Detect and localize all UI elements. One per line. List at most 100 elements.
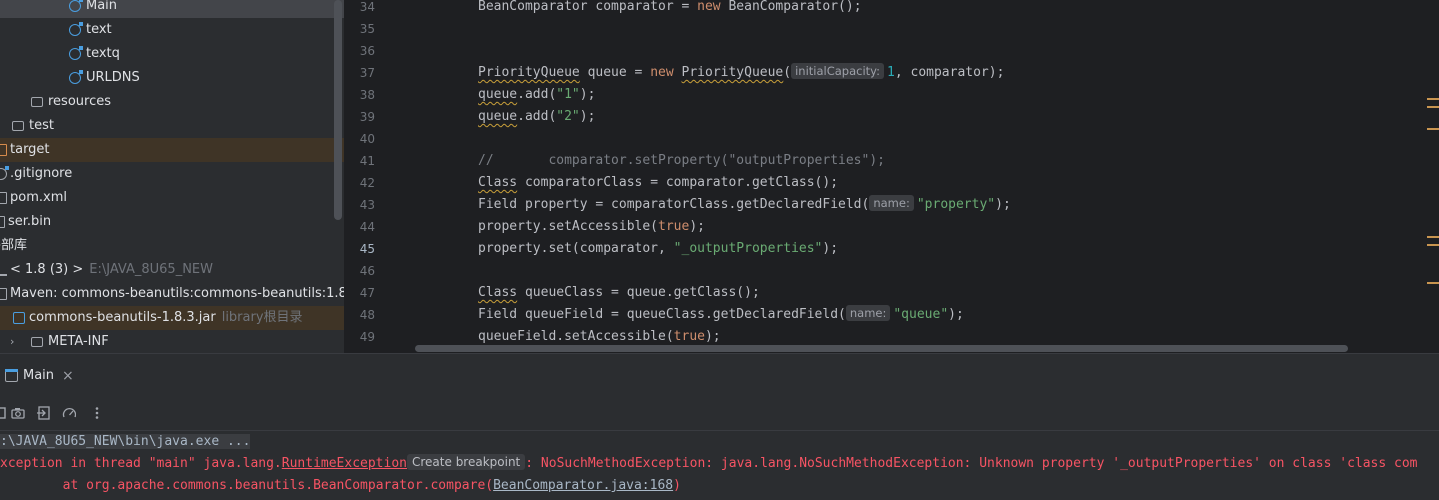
folder-icon: [31, 337, 43, 347]
code-line[interactable]: PriorityQueue queue = new PriorityQueue(…: [478, 62, 1004, 84]
tree-item-label: META-INF: [48, 334, 109, 349]
console-error-line: xception in thread "main" java.lang.Runt…: [0, 454, 1418, 471]
tree-item-label: resources: [48, 94, 112, 109]
editor-horizontal-scrollbar[interactable]: [415, 345, 1348, 352]
project-tree: Main text textq URLDNS resources test ta…: [0, 0, 344, 353]
import-icon[interactable]: [37, 406, 51, 420]
tree-item-maven-beanutils[interactable]: Maven: commons-beanutils:commons-beanuti…: [0, 282, 344, 306]
code-editor[interactable]: BeanComparator comparator = new BeanComp…: [410, 0, 1439, 353]
tree-item-jdk[interactable]: < 1.8 (3) > E:\JAVA_8U65_NEW: [0, 258, 344, 282]
line-number: 41: [359, 154, 375, 168]
maven-library-icon: [0, 288, 7, 300]
tree-item-ser-bin[interactable]: ser.bin: [0, 210, 344, 234]
run-toolbar: [0, 397, 1439, 431]
warning-marker[interactable]: [1427, 106, 1439, 108]
tree-item-label: text: [86, 22, 112, 37]
jdk-icon: [0, 264, 7, 276]
close-icon[interactable]: ×: [62, 362, 74, 390]
line-number: 36: [359, 44, 375, 58]
class-icon: [69, 46, 83, 60]
line-number: 34: [359, 0, 375, 14]
tree-item-label: commons-beanutils-1.8.3.jar: [29, 310, 216, 325]
line-number: 37: [359, 66, 375, 80]
line-number: 40: [359, 132, 375, 146]
tree-item-text[interactable]: text: [0, 18, 344, 42]
folder-icon: [12, 121, 24, 131]
console-output[interactable]: :\JAVA_8U65_NEW\bin\java.exe ... xceptio…: [0, 431, 1439, 500]
run-tab-bar: Main ×: [0, 353, 1439, 398]
line-number: 43: [359, 198, 375, 212]
run-config-icon: [5, 369, 18, 382]
tree-item-label: Main: [86, 0, 118, 13]
line-number: 42: [359, 176, 375, 190]
line-number: 38: [359, 88, 375, 102]
tree-item-label: Maven: commons-beanutils:commons-beanuti…: [10, 286, 344, 301]
tree-item-label: URLDNS: [86, 70, 140, 85]
chevron-right-icon[interactable]: ›: [10, 330, 22, 348]
code-line[interactable]: Field property = comparatorClass.getDecl…: [478, 194, 1011, 216]
code-line[interactable]: Class comparatorClass = comparator.getCl…: [478, 172, 838, 194]
code-line-current[interactable]: property.set(comparator, "_outputPropert…: [478, 238, 838, 260]
tree-item-target[interactable]: target: [0, 138, 344, 162]
warning-marker[interactable]: [1427, 98, 1439, 100]
tree-item-external-libraries[interactable]: 外部库: [0, 234, 344, 258]
console-command-line[interactable]: :\JAVA_8U65_NEW\bin\java.exe ...: [0, 434, 251, 449]
console-stack-line: at org.apache.commons.beanutils.BeanComp…: [0, 478, 681, 493]
tree-item-label: < 1.8 (3) >: [10, 262, 84, 277]
tree-item-label: pom.xml: [10, 190, 67, 205]
tree-item-hint: E:\JAVA_8U65_NEW: [89, 262, 213, 277]
code-line-comment[interactable]: // comparator.setProperty("outputPropert…: [478, 150, 885, 172]
tree-item-label: textq: [86, 46, 120, 61]
tree-item-main[interactable]: Main: [0, 0, 344, 18]
line-number: 35: [359, 22, 375, 36]
tree-item-gitignore[interactable]: .gitignore: [0, 162, 344, 186]
rerun-icon[interactable]: [0, 406, 8, 420]
tree-item-test[interactable]: test: [0, 114, 344, 138]
tree-item-pom[interactable]: pom.xml: [0, 186, 344, 210]
gitignore-icon: [0, 166, 9, 180]
file-icon: [0, 216, 5, 228]
tree-item-textq[interactable]: textq: [0, 42, 344, 66]
code-line[interactable]: Class queueClass = queue.getClass();: [478, 282, 760, 304]
tree-item-hint: library根目录: [221, 310, 303, 325]
exception-link[interactable]: RuntimeException: [282, 456, 407, 471]
class-icon: [69, 70, 83, 84]
class-icon: [69, 22, 83, 36]
create-breakpoint-button[interactable]: Create breakpoint: [407, 454, 526, 470]
tree-scrollbar[interactable]: [334, 0, 342, 220]
warning-marker[interactable]: [1427, 244, 1439, 246]
tree-item-beanutils-jar[interactable]: commons-beanutils-1.8.3.jar library根目录: [0, 306, 344, 330]
more-icon[interactable]: [90, 406, 104, 420]
coverage-icon[interactable]: [62, 406, 76, 420]
line-number: 44: [359, 220, 375, 234]
line-number-gutter: 34 35 36 37 38 39 40 41 42 43 44 45 46 4…: [344, 0, 410, 353]
warning-marker[interactable]: [1427, 128, 1439, 130]
code-line[interactable]: property.setAccessible(true);: [478, 216, 705, 238]
warning-marker[interactable]: [1427, 236, 1439, 238]
parameter-hint: initialCapacity:: [791, 63, 885, 79]
line-number: 46: [359, 264, 375, 278]
line-number: 47: [359, 286, 375, 300]
tree-item-label: test: [29, 118, 54, 133]
camera-icon[interactable]: [11, 406, 25, 420]
code-line[interactable]: queue.add("1");: [478, 84, 595, 106]
jar-icon: [13, 312, 25, 324]
warning-marker[interactable]: [1427, 282, 1439, 284]
maven-file-icon: [0, 192, 7, 204]
excluded-folder-icon: [0, 144, 7, 156]
resources-folder-icon: [31, 97, 43, 107]
code-line[interactable]: Field queueField = queueClass.getDeclare…: [478, 304, 964, 326]
code-line[interactable]: queue.add("2");: [478, 106, 595, 128]
line-number-current: 45: [359, 242, 375, 256]
line-number: 39: [359, 110, 375, 124]
line-number: 49: [359, 330, 375, 344]
tab-label: Main: [23, 368, 55, 383]
tree-item-resources[interactable]: resources: [0, 90, 344, 114]
tree-item-label: 外部库: [0, 238, 28, 253]
class-icon: [69, 0, 83, 12]
tree-item-meta-inf[interactable]: › META-INF: [0, 330, 344, 353]
code-line[interactable]: BeanComparator comparator = new BeanComp…: [478, 0, 862, 18]
stacktrace-link[interactable]: BeanComparator.java:168: [493, 478, 673, 493]
parameter-hint: name:: [869, 195, 914, 211]
tree-item-urldns[interactable]: URLDNS: [0, 66, 344, 90]
